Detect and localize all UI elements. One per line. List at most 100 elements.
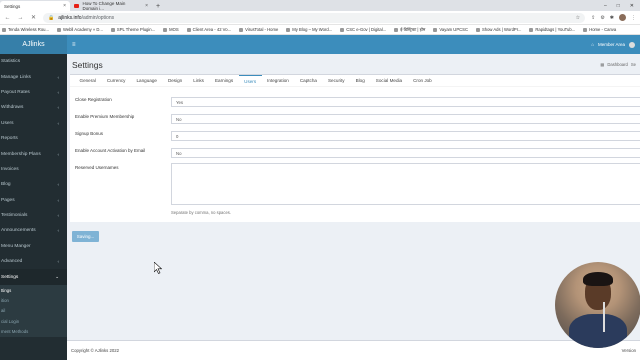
sidebar-item-membership-plans[interactable]: Membership Plans ‹ [0,146,67,161]
tab-security[interactable]: Security [322,75,350,86]
account-activation-select[interactable]: No [171,148,640,158]
chevron-left-icon: ‹ [57,182,60,188]
tab-cron-job[interactable]: Cron Job [408,75,438,86]
tab-social-media[interactable]: Social Media [370,75,407,86]
reserved-usernames-textarea[interactable] [171,163,640,205]
tab-users[interactable]: Users [238,75,262,86]
reserved-usernames-label: Reserved Usernames [75,165,119,170]
back-icon[interactable]: ← [4,15,11,21]
bookmark-favicon-icon [163,27,168,32]
sidebar-toggle-icon[interactable]: ≡ [72,42,76,48]
breadcrumb-dashboard[interactable]: Dashboard [607,62,628,67]
form-row-close-registration: Close Registration [75,97,172,102]
sidebar-item-statistics[interactable]: Statistics [0,54,67,69]
sidebar-item-withdraws[interactable]: Withdraws ‹ [0,100,67,115]
close-window-icon[interactable]: ✕ [630,3,634,9]
window-controls: – □ ✕ [598,1,640,11]
bookmark-item[interactable]: VirusTotal - Home [239,27,278,32]
bookmark-item[interactable]: SPL Theme Plugin... [110,27,155,32]
url-input[interactable]: 🔒 ajlinks.info/admin/options ☆ [43,12,586,23]
tab-captcha[interactable]: Captcha [294,75,322,86]
tab-currency[interactable]: Currency [101,75,131,86]
breadcrumb-current: Se [630,62,636,67]
save-button[interactable]: Saving... [72,231,99,242]
bookmark-item[interactable]: Home - Canva [583,27,616,32]
chevron-left-icon: ‹ [57,197,60,203]
bookmark-item[interactable]: Client Area - 42 Vo... [186,27,231,32]
app-logo[interactable]: AJlinks [0,35,67,54]
close-tab-icon[interactable]: × [145,3,148,9]
user-avatar[interactable] [629,41,635,48]
sidebar-item-payout-rates[interactable]: Payout Rates ‹ [0,85,67,100]
form-row-enable-premium: Enable Premium Membership [75,114,172,119]
menu-dots-icon[interactable]: ⋮ [631,15,636,21]
member-area-link[interactable]: ⌂ Member Area [591,41,635,48]
sidebar-item-testimonials[interactable]: Testimonials ‹ [0,208,67,223]
submenu-item-settings[interactable]: ttings [0,285,67,295]
tab-label: Settings [4,3,21,9]
sidebar-item-reports[interactable]: Reports [0,131,67,146]
tab-integration[interactable]: Integration [262,75,295,86]
sidebar-item-menu-manager[interactable]: Menu Manger [0,239,67,254]
submenu-item-social-login[interactable]: cial Login [0,316,67,326]
extension-icon[interactable]: ⚙ [600,15,604,21]
bookmark-item[interactable]: Rapidtags | YouTub... [529,27,575,32]
bookmark-item[interactable]: CSC e-Gov | Digital... [340,27,386,32]
browser-tab-youtube[interactable]: How To Change Main Domain i... × [70,1,152,11]
forward-icon[interactable]: → [17,15,24,21]
sidebar-item-blog[interactable]: Blog ‹ [0,177,67,192]
sidebar-item-invoices[interactable]: Invoices [0,162,67,177]
minimize-icon[interactable]: – [604,3,607,9]
bookmark-item[interactable]: Tenda Wireless Rou... [2,27,49,32]
version-text: Version [621,348,636,353]
bookmark-item[interactable]: Show Ads | WordPr... [475,27,521,32]
tab-language[interactable]: Language [131,75,162,86]
sidebar-item-announcements[interactable]: Announcements ‹ [0,223,67,238]
share-icon[interactable]: ⇪ [591,15,595,21]
url-host: ajlinks.info [58,14,82,21]
bookmark-item[interactable]: Webll Academy » D... [56,27,103,32]
bookmark-favicon-icon [475,27,480,32]
sidebar-item-advanced[interactable]: Advanced ‹ [0,254,67,269]
maximize-icon[interactable]: □ [617,3,620,9]
signup-bonus-input[interactable]: 0 [171,131,640,141]
stop-icon[interactable]: ✕ [30,14,37,21]
submenu-item-addition[interactable]: ition [0,295,67,305]
page-title: Settings [72,60,103,70]
tab-earnings[interactable]: Earnings [209,75,238,86]
chevron-left-icon: ‹ [57,105,60,111]
submenu-item-payment-methods[interactable]: ment Methods [0,326,67,336]
tab-links[interactable]: Links [188,75,210,86]
bookmark-item[interactable]: ई-डिस्ट्रिक्ट | होम [394,27,425,33]
sidebar-item-users[interactable]: Users ‹ [0,116,67,131]
browser-tab-settings[interactable]: Settings × [0,1,70,11]
bookmark-favicon-icon [2,27,6,32]
bookmark-favicon-icon [286,27,291,32]
close-tab-icon[interactable]: × [63,3,66,9]
sidebar-item-settings[interactable]: Settings ⌄ [0,269,67,285]
sidebar-item-manage-links[interactable]: Manage Links ‹ [0,69,67,84]
youtube-icon [74,4,80,8]
bookmark-star-icon[interactable]: ☆ [576,15,580,21]
sidebar-item-pages[interactable]: Pages ‹ [0,193,67,208]
enable-premium-select[interactable]: No [171,114,640,124]
submenu-item-email[interactable]: ail [0,306,67,316]
bookmark-item[interactable]: MOS [163,27,179,32]
chevron-left-icon: ‹ [57,120,60,126]
profile-avatar[interactable] [619,14,626,21]
form-row-signup-bonus: Signup Bonus [75,131,172,136]
tab-blog[interactable]: Blog [350,75,370,86]
bookmark-favicon-icon [340,27,345,32]
tab-general[interactable]: General [74,75,101,86]
webcam-earphone-cable [603,302,605,332]
bookmark-item[interactable]: Vayam UPCSC [433,27,468,32]
bookmark-item[interactable]: My Blog – My Word... [286,27,332,32]
close-registration-select[interactable]: Yes [171,97,640,107]
puzzle-icon[interactable]: ✱ [610,15,614,21]
tab-design[interactable]: Design [162,75,187,86]
new-tab-button[interactable]: + [152,1,164,11]
bookmark-favicon-icon [529,27,534,32]
address-bar: ← → ✕ 🔒 ajlinks.info/admin/options ☆ ⇪ ⚙… [0,11,640,25]
close-registration-label: Close Registration [75,97,112,102]
chevron-left-icon: ‹ [57,89,60,95]
